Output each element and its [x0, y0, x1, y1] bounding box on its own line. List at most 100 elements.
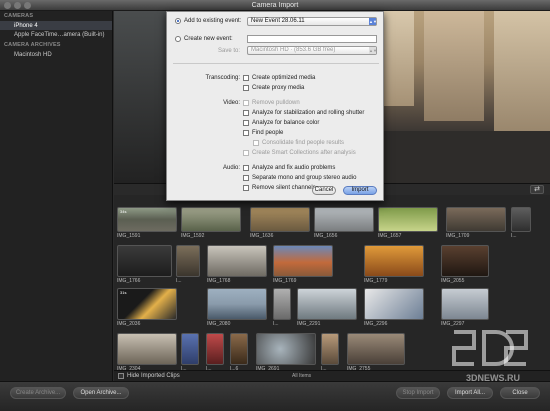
cancel-button[interactable]: Cancel	[312, 186, 336, 195]
remove-pulldown-checkbox[interactable]	[243, 100, 249, 106]
close-window-icon[interactable]	[4, 2, 11, 9]
clip-thumbnail[interactable]	[206, 333, 224, 365]
sidebar-item-macintosh-hd[interactable]: Macintosh HD	[0, 50, 112, 59]
clip-thumbnail[interactable]	[207, 288, 267, 320]
create-smart-collections-option[interactable]: Create Smart Collections after analysis	[243, 150, 356, 156]
clip-thumbnail[interactable]	[441, 288, 489, 320]
clip-item[interactable]: I...	[511, 207, 531, 239]
open-archive-button[interactable]: Open Archive...	[73, 387, 129, 399]
clip-item[interactable]: I...	[181, 333, 199, 372]
clip-item[interactable]: IMG_1709	[446, 207, 506, 239]
create-optimized-media-checkbox[interactable]	[243, 75, 249, 81]
switch-view-button[interactable]: ⇄	[530, 185, 544, 194]
create-smart-collections-checkbox[interactable]	[243, 150, 249, 156]
clip-item[interactable]: I...	[273, 288, 291, 327]
clip-thumbnail[interactable]	[273, 245, 333, 277]
clip-item[interactable]: I...	[176, 245, 200, 284]
clip-thumbnail[interactable]	[250, 207, 310, 232]
analyze-balance-color-checkbox[interactable]	[243, 120, 249, 126]
clip-thumbnail[interactable]	[273, 288, 291, 320]
clip-item[interactable]: IMG_1768	[207, 245, 267, 284]
clip-thumbnail[interactable]	[230, 333, 248, 365]
clip-item[interactable]: I...	[206, 333, 224, 372]
clip-thumbnail[interactable]	[441, 245, 489, 277]
sidebar-item-facetime-camera[interactable]: Apple FaceTime…amera (Built-in)	[0, 30, 112, 39]
clip-thumbnail[interactable]	[364, 245, 424, 277]
create-new-radio[interactable]	[175, 36, 181, 42]
clip-thumbnail[interactable]: 31s	[117, 288, 177, 320]
clip-item[interactable]: I...6	[230, 333, 248, 372]
clip-item[interactable]: 34s IMG_1591	[117, 207, 177, 239]
clip-item[interactable]: IMG_2296	[364, 288, 424, 327]
analyze-stabilization-checkbox[interactable]	[243, 110, 249, 116]
save-to-select[interactable]: Macintosh HD · (853.6 GB free) ▲▼	[247, 46, 377, 55]
analyze-fix-audio-checkbox[interactable]	[243, 165, 249, 171]
existing-event-select[interactable]: New Event 28.06.11 ▲▼	[247, 17, 377, 26]
clip-thumbnail[interactable]	[181, 207, 241, 232]
find-people-option[interactable]: Find people	[243, 130, 283, 136]
stop-import-button[interactable]: Stop Import	[396, 387, 440, 399]
close-button[interactable]: Close	[500, 387, 540, 399]
clip-thumbnail[interactable]	[117, 245, 172, 277]
clip-item[interactable]: IMG_2055	[441, 245, 489, 284]
clip-item[interactable]: IMG_1769	[273, 245, 333, 284]
clip-item[interactable]: IMG_2304	[117, 333, 177, 372]
clip-thumbnail[interactable]	[364, 288, 424, 320]
clip-thumbnail[interactable]	[314, 207, 374, 232]
separate-mono-stereo-checkbox[interactable]	[243, 175, 249, 181]
clip-item[interactable]: IMG_2691	[256, 333, 316, 372]
consolidate-find-people-checkbox[interactable]	[253, 140, 259, 146]
analyze-fix-audio-option[interactable]: Analyze and fix audio problems	[243, 165, 335, 171]
analyze-balance-color-option[interactable]: Analyze for balance color	[243, 120, 319, 126]
minimize-window-icon[interactable]	[14, 2, 21, 9]
clip-item[interactable]: I...	[321, 333, 339, 372]
find-people-checkbox[interactable]	[243, 130, 249, 136]
clip-thumbnail[interactable]	[347, 333, 405, 365]
clip-item[interactable]: IMG_2297	[441, 288, 489, 327]
items-filter-label[interactable]: All Items	[292, 373, 311, 379]
hide-imported-toggle[interactable]: Hide Imported Clips	[118, 373, 180, 379]
clip-item[interactable]: 31s IMG_2036	[117, 288, 177, 327]
separate-mono-stereo-option[interactable]: Separate mono and group stereo audio	[243, 175, 356, 181]
clip-thumbnail[interactable]	[511, 207, 531, 232]
create-proxy-media-option[interactable]: Create proxy media	[243, 85, 304, 91]
clip-item[interactable]: IMG_2080	[207, 288, 267, 327]
clip-item[interactable]: IMG_1592	[181, 207, 241, 239]
clip-thumbnail[interactable]	[117, 333, 177, 365]
clip-thumbnail[interactable]	[256, 333, 316, 365]
analyze-stabilization-option[interactable]: Analyze for stabilization and rolling sh…	[243, 110, 364, 116]
remove-pulldown-option[interactable]: Remove pulldown	[243, 100, 300, 106]
sidebar-item-iphone[interactable]: iPhone 4	[0, 21, 112, 30]
clip-item[interactable]: IMG_1657	[378, 207, 438, 239]
remove-silent-channels-checkbox[interactable]	[243, 185, 249, 191]
create-new-row[interactable]: Create new event:	[175, 36, 233, 42]
clip-thumbnail[interactable]	[176, 245, 200, 277]
clip-item[interactable]: IMG_2755	[347, 333, 405, 372]
clip-thumbnail[interactable]	[321, 333, 339, 365]
add-existing-radio[interactable]	[175, 18, 181, 24]
clip-item[interactable]: IMG_1766	[117, 245, 172, 284]
clip-thumbnail[interactable]	[446, 207, 506, 232]
clip-item[interactable]: IMG_1779	[364, 245, 424, 284]
clip-thumbnail[interactable]	[378, 207, 438, 232]
clip-name: IMG_1769	[273, 278, 297, 284]
clip-thumbnail[interactable]	[207, 245, 267, 277]
hide-imported-checkbox[interactable]	[118, 373, 124, 379]
zoom-window-icon[interactable]	[24, 2, 31, 9]
remove-silent-channels-option[interactable]: Remove silent channels	[243, 185, 316, 191]
new-event-name-field[interactable]	[247, 35, 377, 43]
clip-item[interactable]: IMG_1636	[250, 207, 310, 239]
import-button[interactable]: Import	[343, 186, 377, 195]
add-existing-row[interactable]: Add to existing event:	[175, 18, 241, 24]
create-optimized-media-option[interactable]: Create optimized media	[243, 75, 315, 81]
window-controls[interactable]	[4, 2, 31, 9]
clip-thumbnail[interactable]: 34s	[117, 207, 177, 232]
create-proxy-media-checkbox[interactable]	[243, 85, 249, 91]
consolidate-find-people-option[interactable]: Consolidate find people results	[253, 140, 344, 146]
clip-thumbnail[interactable]	[297, 288, 357, 320]
clip-item[interactable]: IMG_2291	[297, 288, 357, 327]
clip-item[interactable]: IMG_1656	[314, 207, 374, 239]
create-archive-button[interactable]: Create Archive...	[10, 387, 66, 399]
clip-thumbnail[interactable]	[181, 333, 199, 365]
import-all-button[interactable]: Import All...	[447, 387, 493, 399]
